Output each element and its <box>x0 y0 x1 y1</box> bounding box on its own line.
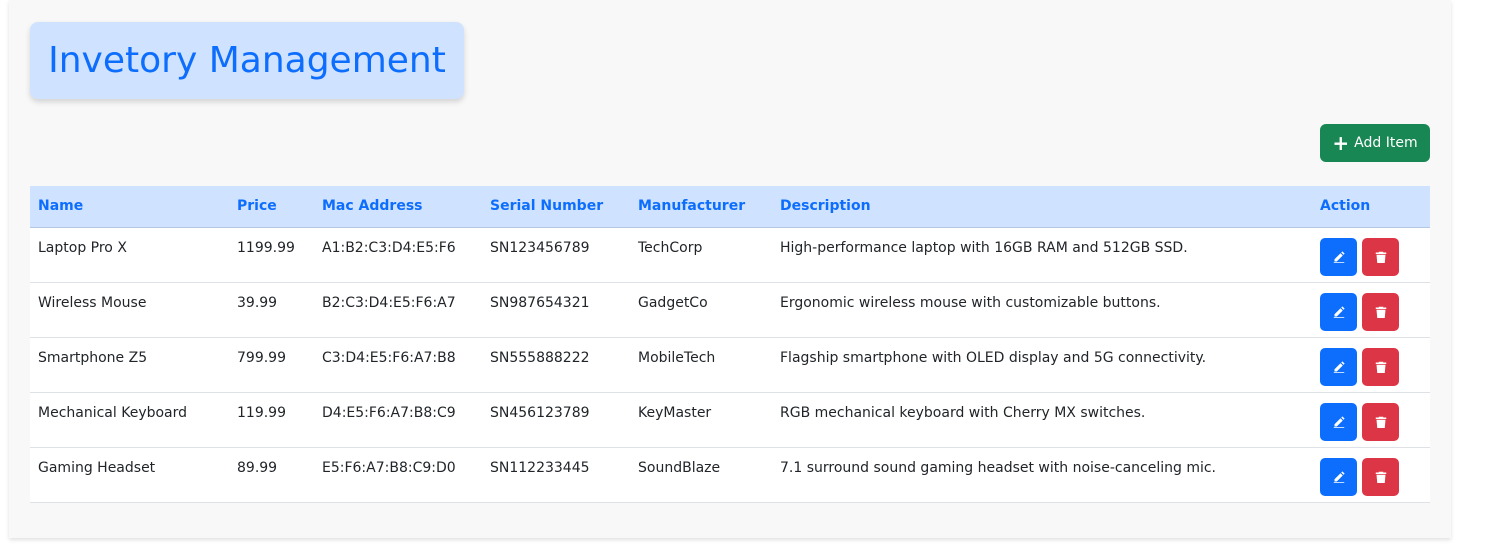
table-row: Laptop Pro X 1199.99 A1:B2:C3:D4:E5:F6 S… <box>30 227 1430 282</box>
cell-mac-address: E5:F6:A7:B8:C9:D0 <box>322 459 456 476</box>
edit-icon <box>1333 250 1345 263</box>
cell-actions <box>1312 447 1430 502</box>
cell-manufacturer: TechCorp <box>638 239 703 256</box>
inventory-table: Name Price Mac Address Serial Number Man… <box>30 186 1430 503</box>
delete-button[interactable] <box>1362 292 1399 331</box>
header-description[interactable]: Description <box>772 186 1312 228</box>
cell-actions <box>1312 337 1430 392</box>
edit-button[interactable] <box>1320 402 1357 441</box>
header-action: Action <box>1312 186 1430 228</box>
edit-icon <box>1333 415 1345 428</box>
cell-description: RGB mechanical keyboard with Cherry MX s… <box>780 404 1146 421</box>
edit-button[interactable] <box>1320 237 1357 276</box>
table-row: Mechanical Keyboard 119.99 D4:E5:F6:A7:B… <box>30 392 1430 447</box>
edit-button[interactable] <box>1320 347 1357 386</box>
cell-actions <box>1312 282 1430 337</box>
cell-actions <box>1312 227 1430 282</box>
cell-manufacturer: GadgetCo <box>638 294 708 311</box>
delete-button[interactable] <box>1362 457 1399 496</box>
cell-serial-number: SN123456789 <box>490 239 590 256</box>
trash-icon <box>1375 306 1386 318</box>
page-title: Invetory Management <box>48 40 446 81</box>
cell-mac-address: C3:D4:E5:F6:A7:B8 <box>322 349 456 366</box>
table-row: Gaming Headset 89.99 E5:F6:A7:B8:C9:D0 S… <box>30 447 1430 502</box>
cell-mac-address: A1:B2:C3:D4:E5:F6 <box>322 239 456 256</box>
delete-button[interactable] <box>1362 402 1399 441</box>
main-container: Invetory Management + Add Item Name Pric… <box>9 0 1451 538</box>
table-row: Smartphone Z5 799.99 C3:D4:E5:F6:A7:B8 S… <box>30 337 1430 392</box>
cell-price: 1199.99 <box>237 239 295 256</box>
header-serial-number[interactable]: Serial Number <box>482 186 630 228</box>
edit-icon <box>1333 305 1345 318</box>
cell-mac-address: B2:C3:D4:E5:F6:A7 <box>322 294 456 311</box>
header-price[interactable]: Price <box>229 186 314 228</box>
inventory-table-wrapper: Name Price Mac Address Serial Number Man… <box>30 186 1430 503</box>
trash-icon <box>1375 361 1386 373</box>
header-manufacturer[interactable]: Manufacturer <box>630 186 772 228</box>
trash-icon <box>1375 416 1386 428</box>
cell-name: Laptop Pro X <box>38 239 127 256</box>
cell-name: Mechanical Keyboard <box>38 404 188 421</box>
cell-actions <box>1312 392 1430 447</box>
add-item-label: Add Item <box>1354 135 1418 151</box>
delete-button[interactable] <box>1362 347 1399 386</box>
cell-description: Ergonomic wireless mouse with customizab… <box>780 294 1161 311</box>
cell-price: 799.99 <box>237 349 286 366</box>
header-name[interactable]: Name <box>30 186 229 228</box>
page-title-box: Invetory Management <box>30 22 464 99</box>
edit-button[interactable] <box>1320 292 1357 331</box>
cell-serial-number: SN112233445 <box>490 459 590 476</box>
cell-price: 89.99 <box>237 459 278 476</box>
cell-name: Gaming Headset <box>38 459 156 476</box>
cell-name: Smartphone Z5 <box>38 349 148 366</box>
cell-manufacturer: SoundBlaze <box>638 459 721 476</box>
cell-manufacturer: KeyMaster <box>638 404 712 421</box>
delete-button[interactable] <box>1362 237 1399 276</box>
cell-serial-number: SN987654321 <box>490 294 590 311</box>
cell-serial-number: SN456123789 <box>490 404 590 421</box>
cell-price: 39.99 <box>237 294 278 311</box>
edit-button[interactable] <box>1320 457 1357 496</box>
cell-manufacturer: MobileTech <box>638 349 716 366</box>
plus-icon: + <box>1332 131 1350 155</box>
edit-icon <box>1333 360 1345 373</box>
header-mac-address[interactable]: Mac Address <box>314 186 482 228</box>
cell-description: High-performance laptop with 16GB RAM an… <box>780 239 1188 256</box>
table-header-row: Name Price Mac Address Serial Number Man… <box>30 186 1430 228</box>
edit-icon <box>1333 470 1345 483</box>
trash-icon <box>1375 251 1386 263</box>
add-item-button[interactable]: + Add Item <box>1320 124 1430 162</box>
table-row: Wireless Mouse 39.99 B2:C3:D4:E5:F6:A7 S… <box>30 282 1430 337</box>
cell-price: 119.99 <box>237 404 286 421</box>
cell-description: 7.1 surround sound gaming headset with n… <box>780 459 1216 476</box>
cell-description: Flagship smartphone with OLED display an… <box>780 349 1207 366</box>
cell-mac-address: D4:E5:F6:A7:B8:C9 <box>322 404 456 421</box>
cell-serial-number: SN555888222 <box>490 349 590 366</box>
cell-name: Wireless Mouse <box>38 294 147 311</box>
trash-icon <box>1375 471 1386 483</box>
